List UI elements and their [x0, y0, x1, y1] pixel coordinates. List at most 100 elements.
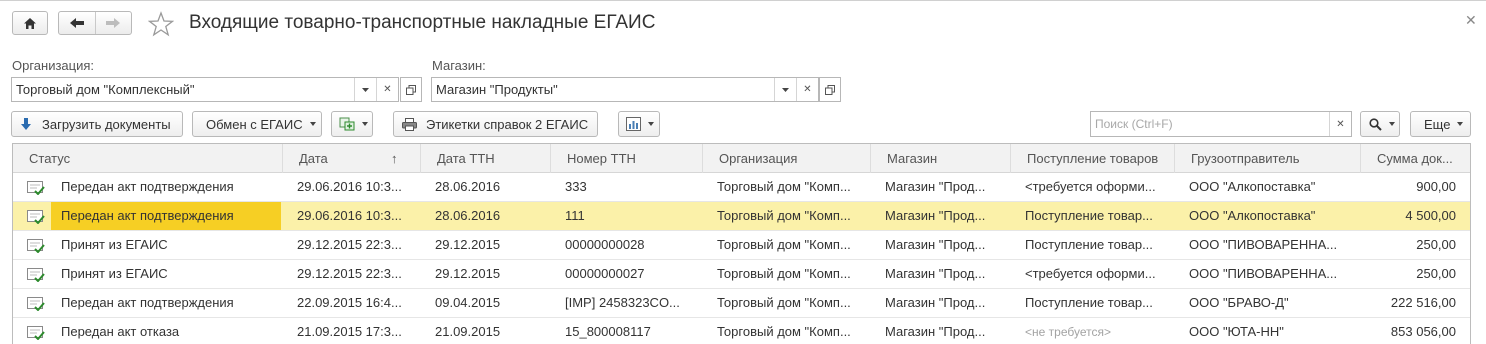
cell-status[interactable]: Передан акт подтверждения	[51, 202, 281, 230]
forward-button[interactable]	[94, 12, 131, 34]
cell-amount[interactable]: 222 516,00	[1361, 289, 1470, 317]
cell-ttn-date[interactable]: 28.06.2016	[435, 173, 549, 201]
back-button[interactable]	[59, 12, 95, 34]
organization-field[interactable]: Торговый дом "Комплексный" ✕	[11, 77, 399, 102]
cell-status[interactable]: Принят из ЕГАИС	[61, 231, 283, 259]
cell-store[interactable]: Магазин "Прод...	[885, 260, 1009, 288]
cell-ttn-number[interactable]: 111	[565, 202, 701, 230]
cell-shipper[interactable]: ООО "ПИВОВАРЕННА...	[1189, 260, 1359, 288]
cell-shipper[interactable]: ООО "Алкопоставка"	[1189, 173, 1359, 201]
table-row[interactable]: Принят из ЕГАИС 29.12.2015 22:3... 29.12.2…	[13, 260, 1470, 289]
cell-ttn-number[interactable]: 15_800008117	[565, 318, 701, 344]
cell-shipper[interactable]: ООО "ЮТА-НН"	[1189, 318, 1359, 344]
cell-goods-receipt[interactable]: Поступление товар...	[1025, 231, 1173, 259]
organization-value[interactable]: Торговый дом "Комплексный"	[12, 78, 354, 101]
store-open-button[interactable]	[819, 77, 841, 102]
search-field[interactable]: Поиск (Ctrl+F) ✕	[1090, 111, 1352, 137]
create-based-icon	[339, 117, 355, 131]
dropdown-button[interactable]	[354, 78, 376, 101]
cell-date[interactable]: 29.12.2015 22:3...	[297, 231, 419, 259]
cell-organization[interactable]: Торговый дом "Комп...	[717, 289, 869, 317]
page-title: Входящие товарно-транспортные накладные …	[189, 12, 656, 33]
cell-status[interactable]: Передан акт подтверждения	[61, 289, 283, 317]
cell-amount[interactable]: 4 500,00	[1361, 202, 1470, 230]
table-row[interactable]: Передан акт отказа 21.09.2015 17:3... 21.0…	[13, 318, 1470, 344]
cell-store[interactable]: Магазин "Прод...	[885, 289, 1009, 317]
column-header-date[interactable]: Дата ↑	[283, 144, 421, 173]
cell-ttn-date[interactable]: 29.12.2015	[435, 231, 549, 259]
cell-ttn-date[interactable]: 09.04.2015	[435, 289, 549, 317]
create-based-on-button[interactable]	[331, 111, 373, 137]
cell-date[interactable]: 29.06.2016 10:3...	[297, 202, 419, 230]
table-row[interactable]: Передан акт подтверждения 29.06.2016 10:3…	[13, 202, 1470, 231]
cell-shipper[interactable]: ООО "ПИВОВАРЕННА...	[1189, 231, 1359, 259]
cell-status[interactable]: Передан акт отказа	[61, 318, 283, 344]
cell-organization[interactable]: Торговый дом "Комп...	[717, 260, 869, 288]
cell-store[interactable]: Магазин "Прод...	[885, 231, 1009, 259]
cell-date[interactable]: 29.06.2016 10:3...	[297, 173, 419, 201]
cell-amount[interactable]: 250,00	[1361, 231, 1470, 259]
column-header-organization[interactable]: Организация	[703, 144, 871, 173]
table-row[interactable]: Принят из ЕГАИС 29.12.2015 22:3... 29.12.2…	[13, 231, 1470, 260]
form-window: Входящие товарно-транспортные накладные …	[0, 0, 1486, 344]
column-header-goods-receipt[interactable]: Поступление товаров	[1011, 144, 1175, 173]
column-header-amount[interactable]: Сумма док...	[1361, 144, 1470, 173]
organization-open-button[interactable]	[400, 77, 422, 102]
exchange-egais-button[interactable]: Обмен с ЕГАИС	[192, 111, 322, 137]
cell-goods-receipt[interactable]: <не требуется>	[1025, 318, 1173, 344]
cell-status[interactable]: Принят из ЕГАИС	[61, 260, 283, 288]
close-icon[interactable]: ✕	[1465, 12, 1477, 29]
table-row[interactable]: Передан акт подтверждения 22.09.2015 16:4…	[13, 289, 1470, 318]
search-clear-button[interactable]: ✕	[1329, 112, 1351, 136]
cell-goods-receipt[interactable]: Поступление товар...	[1025, 289, 1173, 317]
store-value[interactable]: Магазин "Продукты"	[432, 78, 774, 101]
cell-date[interactable]: 21.09.2015 17:3...	[297, 318, 419, 344]
cell-ttn-date[interactable]: 29.12.2015	[435, 260, 549, 288]
cell-ttn-date[interactable]: 28.06.2016	[435, 202, 549, 230]
column-header-ttn-number[interactable]: Номер ТТН	[551, 144, 703, 173]
cell-goods-receipt[interactable]: <требуется оформи...	[1025, 260, 1173, 288]
column-header-status[interactable]: Статус	[13, 144, 283, 173]
cell-organization[interactable]: Торговый дом "Комп...	[717, 202, 869, 230]
cell-date[interactable]: 22.09.2015 16:4...	[297, 289, 419, 317]
search-button[interactable]	[1360, 111, 1400, 137]
cell-organization[interactable]: Торговый дом "Комп...	[717, 231, 869, 259]
arrow-right-icon	[106, 18, 121, 28]
cell-shipper[interactable]: ООО "БРАВО-Д"	[1189, 289, 1359, 317]
more-button[interactable]: Еще	[1410, 111, 1471, 137]
favorite-star-icon[interactable]	[148, 11, 174, 37]
document-posted-icon	[27, 181, 45, 195]
cell-date[interactable]: 29.12.2015 22:3...	[297, 260, 419, 288]
home-button[interactable]	[12, 11, 48, 35]
search-input[interactable]: Поиск (Ctrl+F)	[1091, 112, 1329, 136]
column-header-ttn-date[interactable]: Дата ТТН	[421, 144, 551, 173]
cell-store[interactable]: Магазин "Прод...	[885, 202, 1009, 230]
column-header-store[interactable]: Магазин	[871, 144, 1011, 173]
cell-amount[interactable]: 900,00	[1361, 173, 1470, 201]
cell-organization[interactable]: Торговый дом "Комп...	[717, 318, 869, 344]
clear-button[interactable]: ✕	[376, 78, 398, 101]
cell-goods-receipt[interactable]: <требуется оформи...	[1025, 173, 1173, 201]
table-row[interactable]: Передан акт подтверждения 29.06.2016 10:3…	[13, 173, 1470, 202]
cell-goods-receipt[interactable]: Поступление товар...	[1025, 202, 1173, 230]
cell-ttn-number[interactable]: [IMP] 2458323CO...	[565, 289, 701, 317]
report-button[interactable]	[618, 111, 660, 137]
cell-store[interactable]: Магазин "Прод...	[885, 173, 1009, 201]
cell-amount[interactable]: 853 056,00	[1361, 318, 1470, 344]
column-header-shipper[interactable]: Грузоотправитель	[1175, 144, 1361, 173]
print-labels-button[interactable]: Этикетки справок 2 ЕГАИС	[393, 111, 598, 137]
cell-ttn-date[interactable]: 21.09.2015	[435, 318, 549, 344]
store-field[interactable]: Магазин "Продукты" ✕	[431, 77, 819, 102]
load-documents-button[interactable]: Загрузить документы	[11, 111, 183, 137]
cell-amount[interactable]: 250,00	[1361, 260, 1470, 288]
cell-ttn-number[interactable]: 00000000027	[565, 260, 701, 288]
dropdown-button[interactable]	[774, 78, 796, 101]
documents-table[interactable]: Статус Дата ↑ Дата ТТН Номер ТТН Организа…	[12, 143, 1471, 344]
cell-organization[interactable]: Торговый дом "Комп...	[717, 173, 869, 201]
cell-store[interactable]: Магазин "Прод...	[885, 318, 1009, 344]
cell-status[interactable]: Передан акт подтверждения	[61, 173, 283, 201]
clear-button[interactable]: ✕	[796, 78, 818, 101]
cell-ttn-number[interactable]: 00000000028	[565, 231, 701, 259]
cell-ttn-number[interactable]: 333	[565, 173, 701, 201]
cell-shipper[interactable]: ООО "Алкопоставка"	[1189, 202, 1359, 230]
